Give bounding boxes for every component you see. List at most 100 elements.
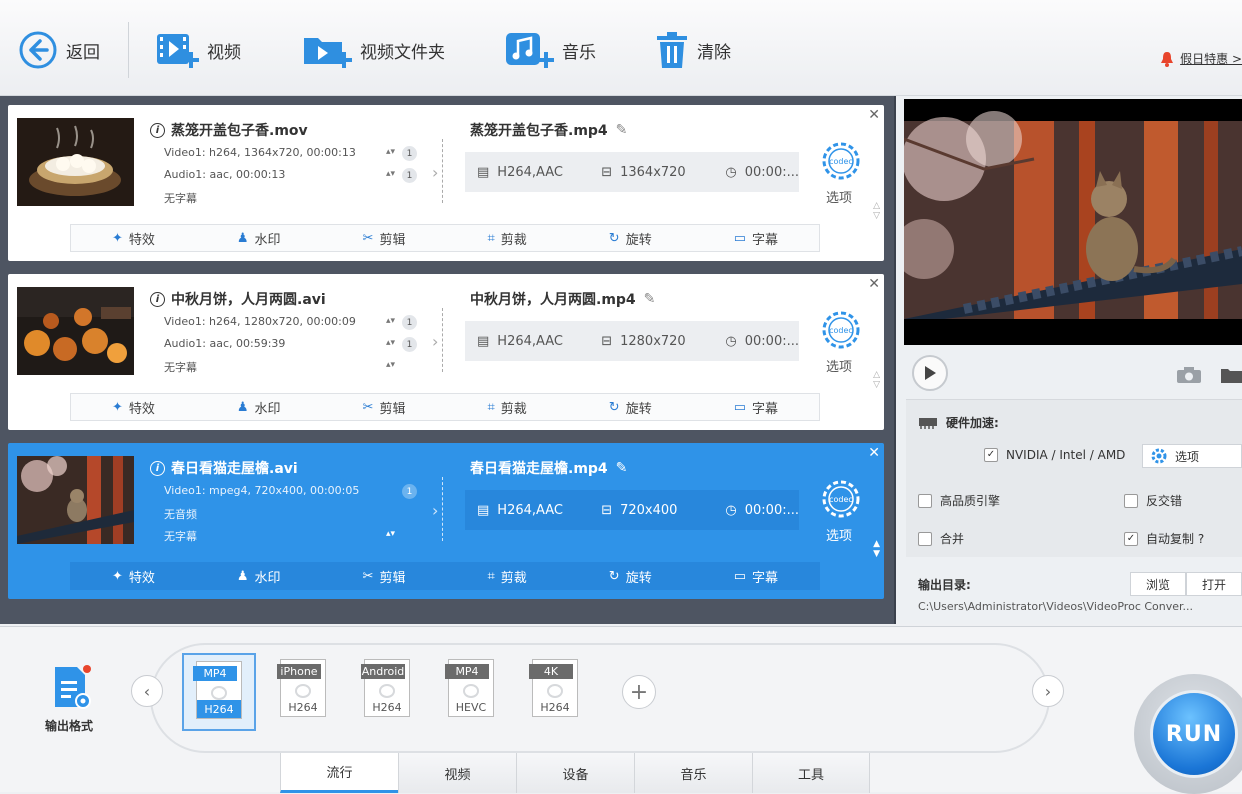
cut-button[interactable]: ✂ 剪辑 bbox=[363, 567, 406, 586]
snapshot-button[interactable] bbox=[1176, 366, 1202, 388]
codec-gear-icon[interactable]: codec bbox=[820, 140, 862, 182]
file-item[interactable]: i 中秋月饼，人月两圆.avi Video1: h264, 1280x720, 0… bbox=[8, 274, 884, 430]
output-codec: ▤ H264,AAC bbox=[477, 164, 564, 180]
deinterlace-checkbox[interactable]: 反交错 bbox=[1124, 492, 1182, 509]
reorder-arrows-icon[interactable]: △ ▽ bbox=[873, 370, 880, 390]
arrow-right-icon: › bbox=[432, 501, 439, 520]
file-item[interactable]: i 蒸笼开盖包子香.mov Video1: h264, 1364x720, 00:… bbox=[8, 105, 884, 261]
watermark-button[interactable]: ♟ 水印 bbox=[237, 398, 281, 417]
crop-button[interactable]: ⌗ 剪裁 bbox=[487, 229, 526, 248]
run-button[interactable]: RUN bbox=[1150, 690, 1238, 778]
info-icon[interactable]: i bbox=[150, 122, 165, 138]
prev-formats-button[interactable]: ‹ bbox=[131, 675, 163, 707]
close-icon[interactable]: ✕ bbox=[868, 445, 880, 461]
checkbox-unchecked[interactable] bbox=[1124, 493, 1138, 508]
format-preset-4k-h264[interactable]: 4K H264 bbox=[518, 653, 592, 731]
file-item-selected[interactable]: i 春日看猫走屋檐.avi Video1: mpeg4, 720x400, 00:… bbox=[8, 443, 884, 599]
open-snapshot-folder-button[interactable] bbox=[1220, 366, 1242, 388]
edit-pencil-icon[interactable]: ✎ bbox=[616, 460, 628, 476]
options-label[interactable]: 选项 bbox=[826, 187, 852, 206]
subtitle-track-spinner[interactable]: ▴▾ bbox=[386, 529, 395, 539]
source-filename-text: 中秋月饼，人月两圆.avi bbox=[171, 292, 326, 308]
info-icon[interactable]: i bbox=[150, 460, 165, 476]
back-button[interactable]: 返回 bbox=[18, 28, 100, 72]
subtitle-track-spinner[interactable]: ▴▾ bbox=[386, 360, 395, 370]
options-label[interactable]: 选项 bbox=[826, 356, 852, 375]
add-music-icon bbox=[506, 33, 554, 68]
nvidia-checkbox[interactable]: ✓ NVIDIA / Intel / AMD bbox=[984, 448, 1125, 462]
auto-copy-checkbox[interactable]: ✓ 自动复制 ? bbox=[1124, 530, 1204, 547]
add-music-button[interactable]: 音乐 bbox=[504, 28, 596, 72]
close-icon[interactable]: ✕ bbox=[868, 107, 880, 123]
checkbox-unchecked[interactable] bbox=[918, 531, 932, 546]
merge-checkbox[interactable]: 合并 bbox=[918, 530, 964, 547]
browse-button[interactable]: 浏览 bbox=[1130, 572, 1186, 596]
checkbox-unchecked[interactable] bbox=[918, 493, 932, 508]
scissors-icon: ✂ bbox=[362, 568, 374, 584]
holiday-promo-link[interactable]: 假日特惠 > bbox=[1160, 50, 1242, 67]
hq-engine-checkbox[interactable]: 高品质引擎 bbox=[918, 492, 1000, 509]
watermark-button[interactable]: ♟ 水印 bbox=[237, 567, 281, 586]
format-doc-icon: MP4 HEVC bbox=[445, 659, 494, 717]
add-video-label: 视频 bbox=[207, 42, 241, 63]
tab-device[interactable]: 设备 bbox=[516, 753, 634, 793]
output-filename[interactable]: 春日看猫走屋檐.mp4 ✎ bbox=[470, 458, 627, 478]
play-button[interactable] bbox=[912, 355, 948, 391]
output-format-button[interactable]: 输出格式 bbox=[34, 663, 104, 734]
rotate-button[interactable]: ↻ 旋转 bbox=[609, 398, 652, 417]
open-folder-button[interactable]: 打开 bbox=[1186, 572, 1242, 596]
rotate-button[interactable]: ↻ 旋转 bbox=[609, 229, 652, 248]
next-formats-button[interactable]: › bbox=[1032, 675, 1064, 707]
effect-button[interactable]: ✦ 特效 bbox=[112, 229, 155, 248]
codec-gear-icon[interactable]: codec bbox=[820, 478, 862, 520]
edit-pencil-icon[interactable]: ✎ bbox=[616, 122, 628, 138]
output-filename[interactable]: 中秋月饼，人月两圆.mp4 ✎ bbox=[470, 289, 655, 309]
rotate-button[interactable]: ↻ 旋转 bbox=[609, 567, 652, 586]
format-preset-android-h264[interactable]: Android H264 bbox=[350, 653, 424, 731]
cut-button[interactable]: ✂ 剪辑 bbox=[363, 229, 406, 248]
format-preset-mp4-hevc[interactable]: MP4 HEVC bbox=[434, 653, 508, 731]
add-video-button[interactable]: 视频 bbox=[155, 28, 241, 72]
output-filename[interactable]: 蒸笼开盖包子香.mp4 ✎ bbox=[470, 120, 627, 140]
add-video-folder-button[interactable]: 视频文件夹 bbox=[302, 28, 445, 72]
edit-pencil-icon[interactable]: ✎ bbox=[644, 291, 656, 307]
stamp-icon: ♟ bbox=[236, 399, 249, 415]
codec-gear-icon[interactable]: codec bbox=[820, 309, 862, 351]
audio-track-spinner[interactable]: ▴▾ bbox=[386, 338, 395, 348]
subtitle-button[interactable]: ▭ 字幕 bbox=[734, 567, 778, 586]
format-preset-mp4-h264[interactable]: MP4 H264 bbox=[182, 653, 256, 731]
options-label[interactable]: 选项 bbox=[826, 525, 852, 544]
video-track-spinner[interactable]: ▴▾ bbox=[386, 316, 395, 326]
subtitle-button[interactable]: ▭ 字幕 bbox=[734, 229, 778, 248]
subtitle-button[interactable]: ▭ 字幕 bbox=[734, 398, 778, 417]
close-icon[interactable]: ✕ bbox=[868, 276, 880, 292]
crop-button[interactable]: ⌗ 剪裁 bbox=[487, 398, 526, 417]
output-filename-text: 中秋月饼，人月两圆.mp4 bbox=[470, 292, 636, 308]
output-codec: ▤ H264,AAC bbox=[477, 333, 564, 349]
effect-button[interactable]: ✦ 特效 bbox=[112, 398, 155, 417]
crop-button[interactable]: ⌗ 剪裁 bbox=[487, 567, 526, 586]
hw-options-button[interactable]: 选项 bbox=[1142, 444, 1242, 468]
checkbox-checked[interactable]: ✓ bbox=[984, 448, 998, 462]
tab-video[interactable]: 视频 bbox=[398, 753, 516, 793]
format-top-label: Android bbox=[361, 664, 405, 679]
cut-button[interactable]: ✂ 剪辑 bbox=[363, 398, 406, 417]
toolbar-divider bbox=[128, 22, 129, 78]
effect-button[interactable]: ✦ 特效 bbox=[112, 567, 155, 586]
add-music-label: 音乐 bbox=[562, 42, 596, 63]
tab-popular[interactable]: 流行 bbox=[280, 753, 398, 793]
clear-button[interactable]: 清除 bbox=[655, 28, 731, 72]
tab-music[interactable]: 音乐 bbox=[634, 753, 752, 793]
video-preview bbox=[904, 99, 1242, 345]
video-track-spinner[interactable]: ▴▾ bbox=[386, 147, 395, 157]
add-format-button[interactable]: + bbox=[622, 675, 656, 709]
back-label: 返回 bbox=[66, 42, 100, 63]
tab-tools[interactable]: 工具 bbox=[752, 753, 870, 793]
format-preset-iphone-h264[interactable]: iPhone H264 bbox=[266, 653, 340, 731]
info-icon[interactable]: i bbox=[150, 291, 165, 307]
checkbox-checked[interactable]: ✓ bbox=[1124, 531, 1138, 546]
reorder-arrows-icon[interactable]: ▲ ▼ bbox=[873, 539, 880, 559]
reorder-arrows-icon[interactable]: △ ▽ bbox=[873, 201, 880, 221]
watermark-button[interactable]: ♟ 水印 bbox=[237, 229, 281, 248]
audio-track-spinner[interactable]: ▴▾ bbox=[386, 169, 395, 179]
